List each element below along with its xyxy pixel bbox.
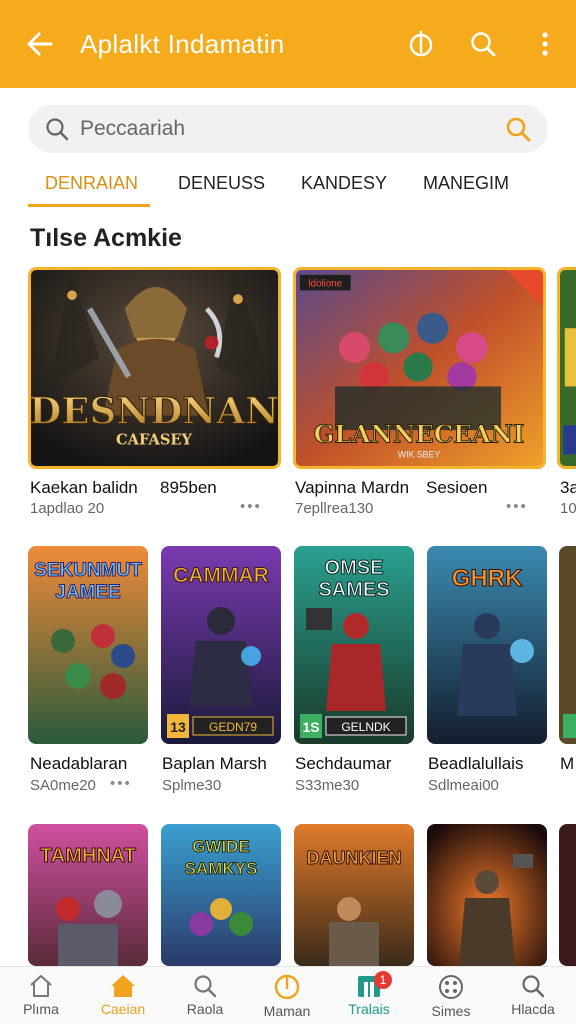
gamepad-icon: [439, 975, 463, 999]
game-cover[interactable]: DAUNKIEN: [294, 824, 414, 966]
search-icon: [194, 975, 217, 998]
cover-badge: ldolione: [308, 279, 342, 290]
game-name: Neadablaran: [30, 754, 128, 773]
game-name: Vapinna Mardn: [295, 478, 410, 497]
game-cover[interactable]: GHRK: [427, 546, 547, 744]
more-options-icon[interactable]: •••: [110, 775, 132, 792]
cover-title: CAMMAR: [173, 564, 269, 587]
search-submit-icon[interactable]: [504, 115, 532, 143]
nav-label: Plıma: [23, 1001, 59, 1017]
search-input[interactable]: Peccaariah: [80, 117, 504, 141]
svg-text:JAMEE: JAMEE: [55, 582, 120, 603]
power-button[interactable]: [390, 0, 452, 88]
nav-item-maman[interactable]: Maman: [246, 967, 328, 1024]
nav-label: Simes: [431, 1003, 471, 1019]
game-cover[interactable]: TAMHNAT: [28, 824, 148, 966]
svg-text:SAMES: SAMES: [318, 579, 389, 601]
active-tab-indicator: [28, 204, 150, 207]
game-name: 3a: [560, 478, 576, 497]
nav-item-tralais[interactable]: 1 Tralais: [328, 967, 410, 1024]
game-meta: S33me30: [295, 777, 360, 794]
svg-text:13: 13: [170, 719, 186, 735]
tab-kandesy[interactable]: KANDESY: [301, 160, 423, 206]
tab-deneuss[interactable]: DENEUSS: [178, 160, 301, 206]
cover-title: GHRK: [452, 565, 523, 592]
cover-title: SEKUNMUT: [34, 560, 142, 581]
search-button[interactable]: [452, 0, 514, 88]
game-name: Sechdaumar: [295, 754, 392, 773]
cover-title: OMSE: [325, 557, 384, 579]
search-bar[interactable]: Peccaariah: [28, 105, 548, 153]
game-cover[interactable]: DESNDNAN CAFASEY: [28, 267, 281, 469]
svg-text:1S: 1S: [302, 719, 319, 735]
nav-item-raola[interactable]: Raola: [164, 967, 246, 1024]
game-name: Beadlalullais: [428, 754, 524, 773]
category-tabs: DENRAIAN DENEUSS KANDESY MANEGIM: [28, 160, 576, 208]
game-extra: Sesioen: [426, 478, 488, 497]
tab-manegim[interactable]: MANEGIM: [423, 160, 553, 206]
game-name: Kaekan balidn: [30, 478, 138, 497]
home-icon: [30, 975, 52, 997]
game-name: M: [560, 754, 575, 773]
game-name: Baplan Marsh: [162, 754, 267, 773]
section-title: Tılse Acmkie: [30, 224, 182, 252]
cover-title: TAMHNAT: [40, 845, 136, 867]
game-extra: 895ben: [160, 478, 217, 497]
search-icon: [46, 118, 69, 141]
arrow-left-icon: [27, 32, 53, 56]
game-cover[interactable]: CAMMAR 13 GEDN79: [161, 546, 281, 744]
game-meta: Sdlmeai00: [428, 777, 499, 794]
svg-text:SAMKYS: SAMKYS: [185, 859, 258, 878]
search-icon: [522, 975, 545, 998]
game-cover[interactable]: [427, 824, 547, 966]
nav-item-plima[interactable]: Plıma: [0, 967, 82, 1024]
game-meta: Splme30: [162, 777, 222, 794]
nav-label: Caeian: [100, 1001, 146, 1017]
game-meta: 10: [560, 500, 576, 517]
game-meta: SA0me20: [30, 777, 96, 794]
game-cover[interactable]: ldolione GLANNECEANI WIK SBEY: [293, 267, 546, 469]
cover-subtitle: WIK SBEY: [398, 449, 441, 459]
more-vert-icon: [542, 32, 548, 56]
game-cover[interactable]: GWIDE SAMKYS: [161, 824, 281, 966]
app-bar: Aplalkt Indamatin: [0, 0, 576, 88]
game-cover[interactable]: SEKUNMUT JAMEE: [28, 546, 148, 744]
svg-text:GELNDK: GELNDK: [341, 720, 390, 734]
bottom-navigation: Plıma Caeian Raola Maman 1 Tralais Simes…: [0, 966, 576, 1024]
notification-badge: 1: [374, 971, 392, 989]
home-icon: [111, 975, 135, 997]
cover-title: DAUNKIEN: [306, 848, 401, 868]
game-meta: 7epllrea130: [295, 500, 374, 517]
search-icon: [471, 32, 496, 57]
nav-label: Hlacda: [511, 1001, 555, 1017]
nav-item-caeian[interactable]: Caeian: [82, 967, 164, 1024]
cover-title: DESNDNAN: [31, 388, 278, 432]
cover-title: GWIDE: [192, 837, 250, 856]
game-meta: 1apdlao 20: [30, 500, 105, 517]
nav-label: Maman: [263, 1003, 311, 1019]
game-cover[interactable]: [559, 546, 576, 744]
more-options-icon[interactable]: •••: [506, 498, 528, 515]
nav-label: Tralais: [348, 1001, 390, 1017]
nav-item-hlacda[interactable]: Hlacda: [492, 967, 574, 1024]
cover-subtitle: CAFASEY: [116, 432, 193, 449]
tab-denraian[interactable]: DENRAIAN: [28, 160, 178, 206]
power-icon: [274, 974, 300, 1000]
back-button[interactable]: [0, 0, 80, 88]
game-cover[interactable]: OMSE SAMES 1S GELNDK: [294, 546, 414, 744]
app-title: Aplalkt Indamatin: [80, 28, 285, 59]
nav-item-simes[interactable]: Simes: [410, 967, 492, 1024]
svg-text:GEDN79: GEDN79: [209, 720, 257, 734]
nav-label: Raola: [186, 1001, 224, 1017]
more-options-icon[interactable]: •••: [240, 498, 262, 515]
game-cover[interactable]: [557, 267, 576, 469]
game-cover[interactable]: [559, 824, 576, 966]
overflow-menu-button[interactable]: [514, 0, 576, 88]
cover-title: GLANNECEANI: [314, 420, 525, 449]
power-icon: [409, 30, 433, 57]
